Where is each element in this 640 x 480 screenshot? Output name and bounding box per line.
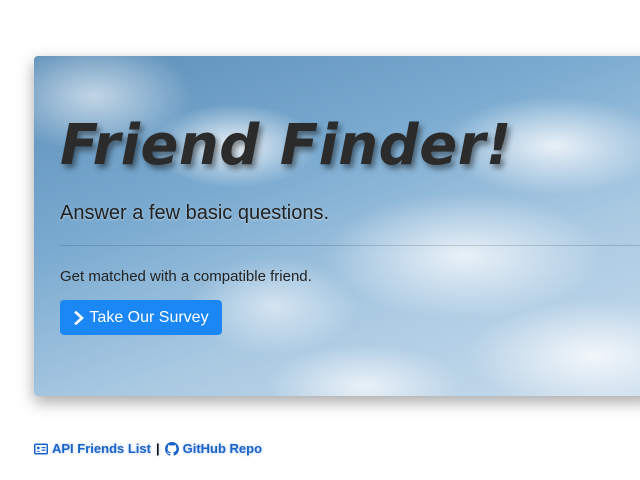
chevron-right-icon [74, 310, 85, 325]
github-icon [164, 441, 179, 456]
footer-links: API Friends List | GitHub Repo [34, 441, 262, 456]
divider [60, 245, 640, 246]
api-friends-list-label: API Friends List [52, 441, 151, 456]
page: Friend Finder! Answer a few basic questi… [0, 0, 640, 480]
api-friends-list-link[interactable]: API Friends List [34, 441, 151, 456]
page-title: Friend Finder! [60, 113, 512, 178]
take-survey-button[interactable]: Take Our Survey [60, 300, 222, 335]
hero-jumbotron: Friend Finder! Answer a few basic questi… [34, 56, 640, 396]
footer-separator: | [155, 441, 160, 456]
github-repo-label: GitHub Repo [182, 441, 263, 456]
take-survey-label: Take Our Survey [89, 308, 209, 326]
github-repo-link[interactable]: GitHub Repo [164, 441, 263, 456]
lead-text: Answer a few basic questions. [60, 202, 330, 224]
subtext: Get matched with a compatible friend. [60, 268, 312, 285]
id-card-icon [34, 443, 48, 454]
